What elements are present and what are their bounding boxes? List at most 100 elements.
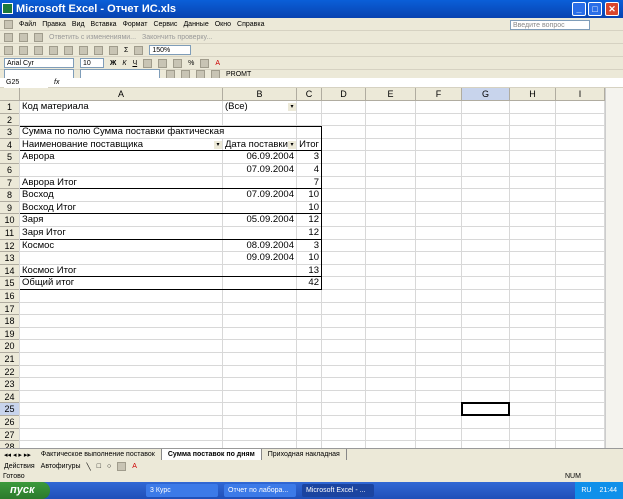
language-indicator[interactable]: RU	[581, 482, 591, 499]
cell-a[interactable]: Космос	[20, 239, 222, 252]
select-all-corner[interactable]	[0, 88, 20, 101]
menu-item[interactable]: Данные	[183, 21, 208, 28]
font-size-select[interactable]: 10	[80, 58, 104, 68]
dropdown-arrow-icon[interactable]: ▾	[288, 103, 296, 111]
row-header[interactable]: 18	[0, 315, 20, 328]
close-button[interactable]: ✕	[605, 2, 619, 16]
borders-icon[interactable]	[200, 58, 210, 68]
column-header[interactable]: D	[322, 88, 366, 101]
column-header[interactable]: F	[416, 88, 462, 101]
font-color-icon[interactable]: A	[132, 463, 137, 470]
cell-a[interactable]: Восход Итог	[20, 201, 222, 214]
menu-item[interactable]: Вид	[72, 21, 85, 28]
sheet-tab[interactable]: Сумма поставок по дням	[161, 449, 262, 460]
sort-icon[interactable]	[134, 45, 144, 55]
row-header[interactable]: 9	[0, 201, 20, 215]
paste-icon[interactable]	[94, 45, 103, 55]
row-header[interactable]: 21	[0, 353, 20, 366]
sheet-tab[interactable]: Фактическое выполнение поставок	[35, 449, 162, 460]
cut-icon[interactable]	[64, 45, 73, 55]
italic-button[interactable]: К	[122, 60, 126, 67]
help-search-input[interactable]: Введите вопрос	[510, 20, 590, 30]
menu-item[interactable]: Окно	[215, 21, 231, 28]
column-header[interactable]: H	[510, 88, 556, 101]
tab-nav-arrows[interactable]: ◂◂ ◂ ▸ ▸▸	[0, 451, 35, 459]
review-icon[interactable]	[34, 32, 43, 42]
cell-a[interactable]: Код материала	[20, 101, 222, 113]
row-header[interactable]: 7	[0, 176, 20, 190]
vertical-scrollbar[interactable]	[605, 88, 623, 448]
dropdown-arrow-icon[interactable]: ▾	[288, 140, 296, 149]
row-header[interactable]: 2	[0, 113, 20, 127]
sheet-tab[interactable]: Приходная накладная	[262, 449, 347, 460]
row-header[interactable]: 25	[0, 403, 20, 416]
rectangle-icon[interactable]: □	[97, 463, 101, 470]
cell-a[interactable]: Заря	[20, 214, 222, 226]
row-header[interactable]: 17	[0, 302, 20, 316]
row-header[interactable]: 22	[0, 365, 20, 379]
row-header[interactable]: 16	[0, 290, 20, 303]
row-header[interactable]: 13	[0, 252, 20, 265]
row-header[interactable]: 5	[0, 151, 20, 164]
row-header[interactable]: 20	[0, 340, 20, 353]
row-header[interactable]: 4	[0, 138, 20, 152]
minimize-button[interactable]: _	[572, 2, 586, 16]
textbox-icon[interactable]	[117, 462, 127, 471]
underline-button[interactable]: Ч	[132, 60, 137, 67]
row-header[interactable]: 28	[0, 441, 20, 448]
cell-c[interactable]: 3	[297, 239, 321, 252]
review-icon[interactable]	[19, 32, 28, 42]
cell-b[interactable]: 07.09.2004	[223, 189, 296, 201]
align-right-icon[interactable]	[173, 58, 183, 68]
save-icon[interactable]	[34, 45, 43, 55]
row-header[interactable]: 11	[0, 227, 20, 240]
line-icon[interactable]: ╲	[87, 463, 91, 471]
row-header[interactable]: 8	[0, 189, 20, 202]
end-review-button[interactable]: Закончить проверку...	[142, 34, 212, 41]
taskbar-item[interactable]: Microsoft Excel - ...	[302, 484, 374, 497]
menu-item[interactable]: Файл	[19, 21, 36, 28]
menu-item[interactable]: Справка	[237, 21, 264, 28]
row-header[interactable]: 10	[0, 214, 20, 227]
cell-b[interactable]: 07.09.2004	[223, 164, 296, 176]
menu-item[interactable]: Вставка	[91, 21, 117, 28]
row-header[interactable]: 14	[0, 264, 20, 278]
menu-item[interactable]: Сервис	[153, 21, 177, 28]
autoshapes-menu[interactable]: Автофигуры	[41, 463, 81, 470]
taskbar-item[interactable]: 3 Курс	[146, 484, 218, 497]
cell-a[interactable]: Восход	[20, 189, 222, 201]
reply-with-changes-button[interactable]: Ответить с изменениями...	[49, 34, 136, 41]
row-header[interactable]: 24	[0, 390, 20, 404]
column-header[interactable]: I	[556, 88, 605, 101]
name-box[interactable]: G25	[4, 77, 48, 88]
autosum-icon[interactable]: Σ	[124, 47, 128, 54]
promt-button[interactable]: PROMT	[226, 71, 251, 78]
percent-button[interactable]: %	[188, 60, 194, 67]
review-icon[interactable]	[4, 32, 13, 42]
cell-b[interactable]: 09.09.2004	[223, 252, 296, 264]
zoom-select[interactable]: 150%	[149, 45, 192, 55]
cell-a[interactable]: Общий итог	[20, 277, 222, 289]
cell-b[interactable]: 05.09.2004	[223, 214, 296, 226]
row-header[interactable]: 3	[0, 126, 20, 139]
cell-a[interactable]: Заря Итог	[20, 227, 222, 239]
oval-icon[interactable]: ○	[107, 463, 111, 470]
row-header[interactable]: 1	[0, 101, 20, 114]
column-header[interactable]: B	[223, 88, 297, 101]
cell-a[interactable]: Космос Итог	[20, 264, 222, 277]
row-header[interactable]: 6	[0, 164, 20, 177]
cell-c[interactable]: 10	[297, 189, 321, 201]
font-color-icon[interactable]: A	[215, 60, 220, 67]
cell-c[interactable]: 42	[297, 277, 321, 289]
spreadsheet-grid[interactable]: A B C D E F G H I 1 2 3 4 5 6 7 8 9 10 11 12 13 14 15 16 17 18 19 20…	[0, 88, 605, 448]
selected-cell[interactable]	[461, 402, 510, 416]
maximize-button[interactable]: □	[588, 2, 602, 16]
cell-b[interactable]: (Все)	[223, 101, 296, 113]
menu-item[interactable]: Правка	[42, 21, 66, 28]
cell-c[interactable]: 4	[297, 164, 321, 176]
cell-a[interactable]: Наименование поставщика	[20, 138, 222, 151]
align-center-icon[interactable]	[158, 58, 168, 68]
cell-c[interactable]: Итог	[297, 138, 321, 151]
cell-a[interactable]: Сумма по полю Сумма поставки фактическая	[20, 126, 296, 138]
taskbar-item[interactable]: Отчет по лабора...	[224, 484, 296, 497]
